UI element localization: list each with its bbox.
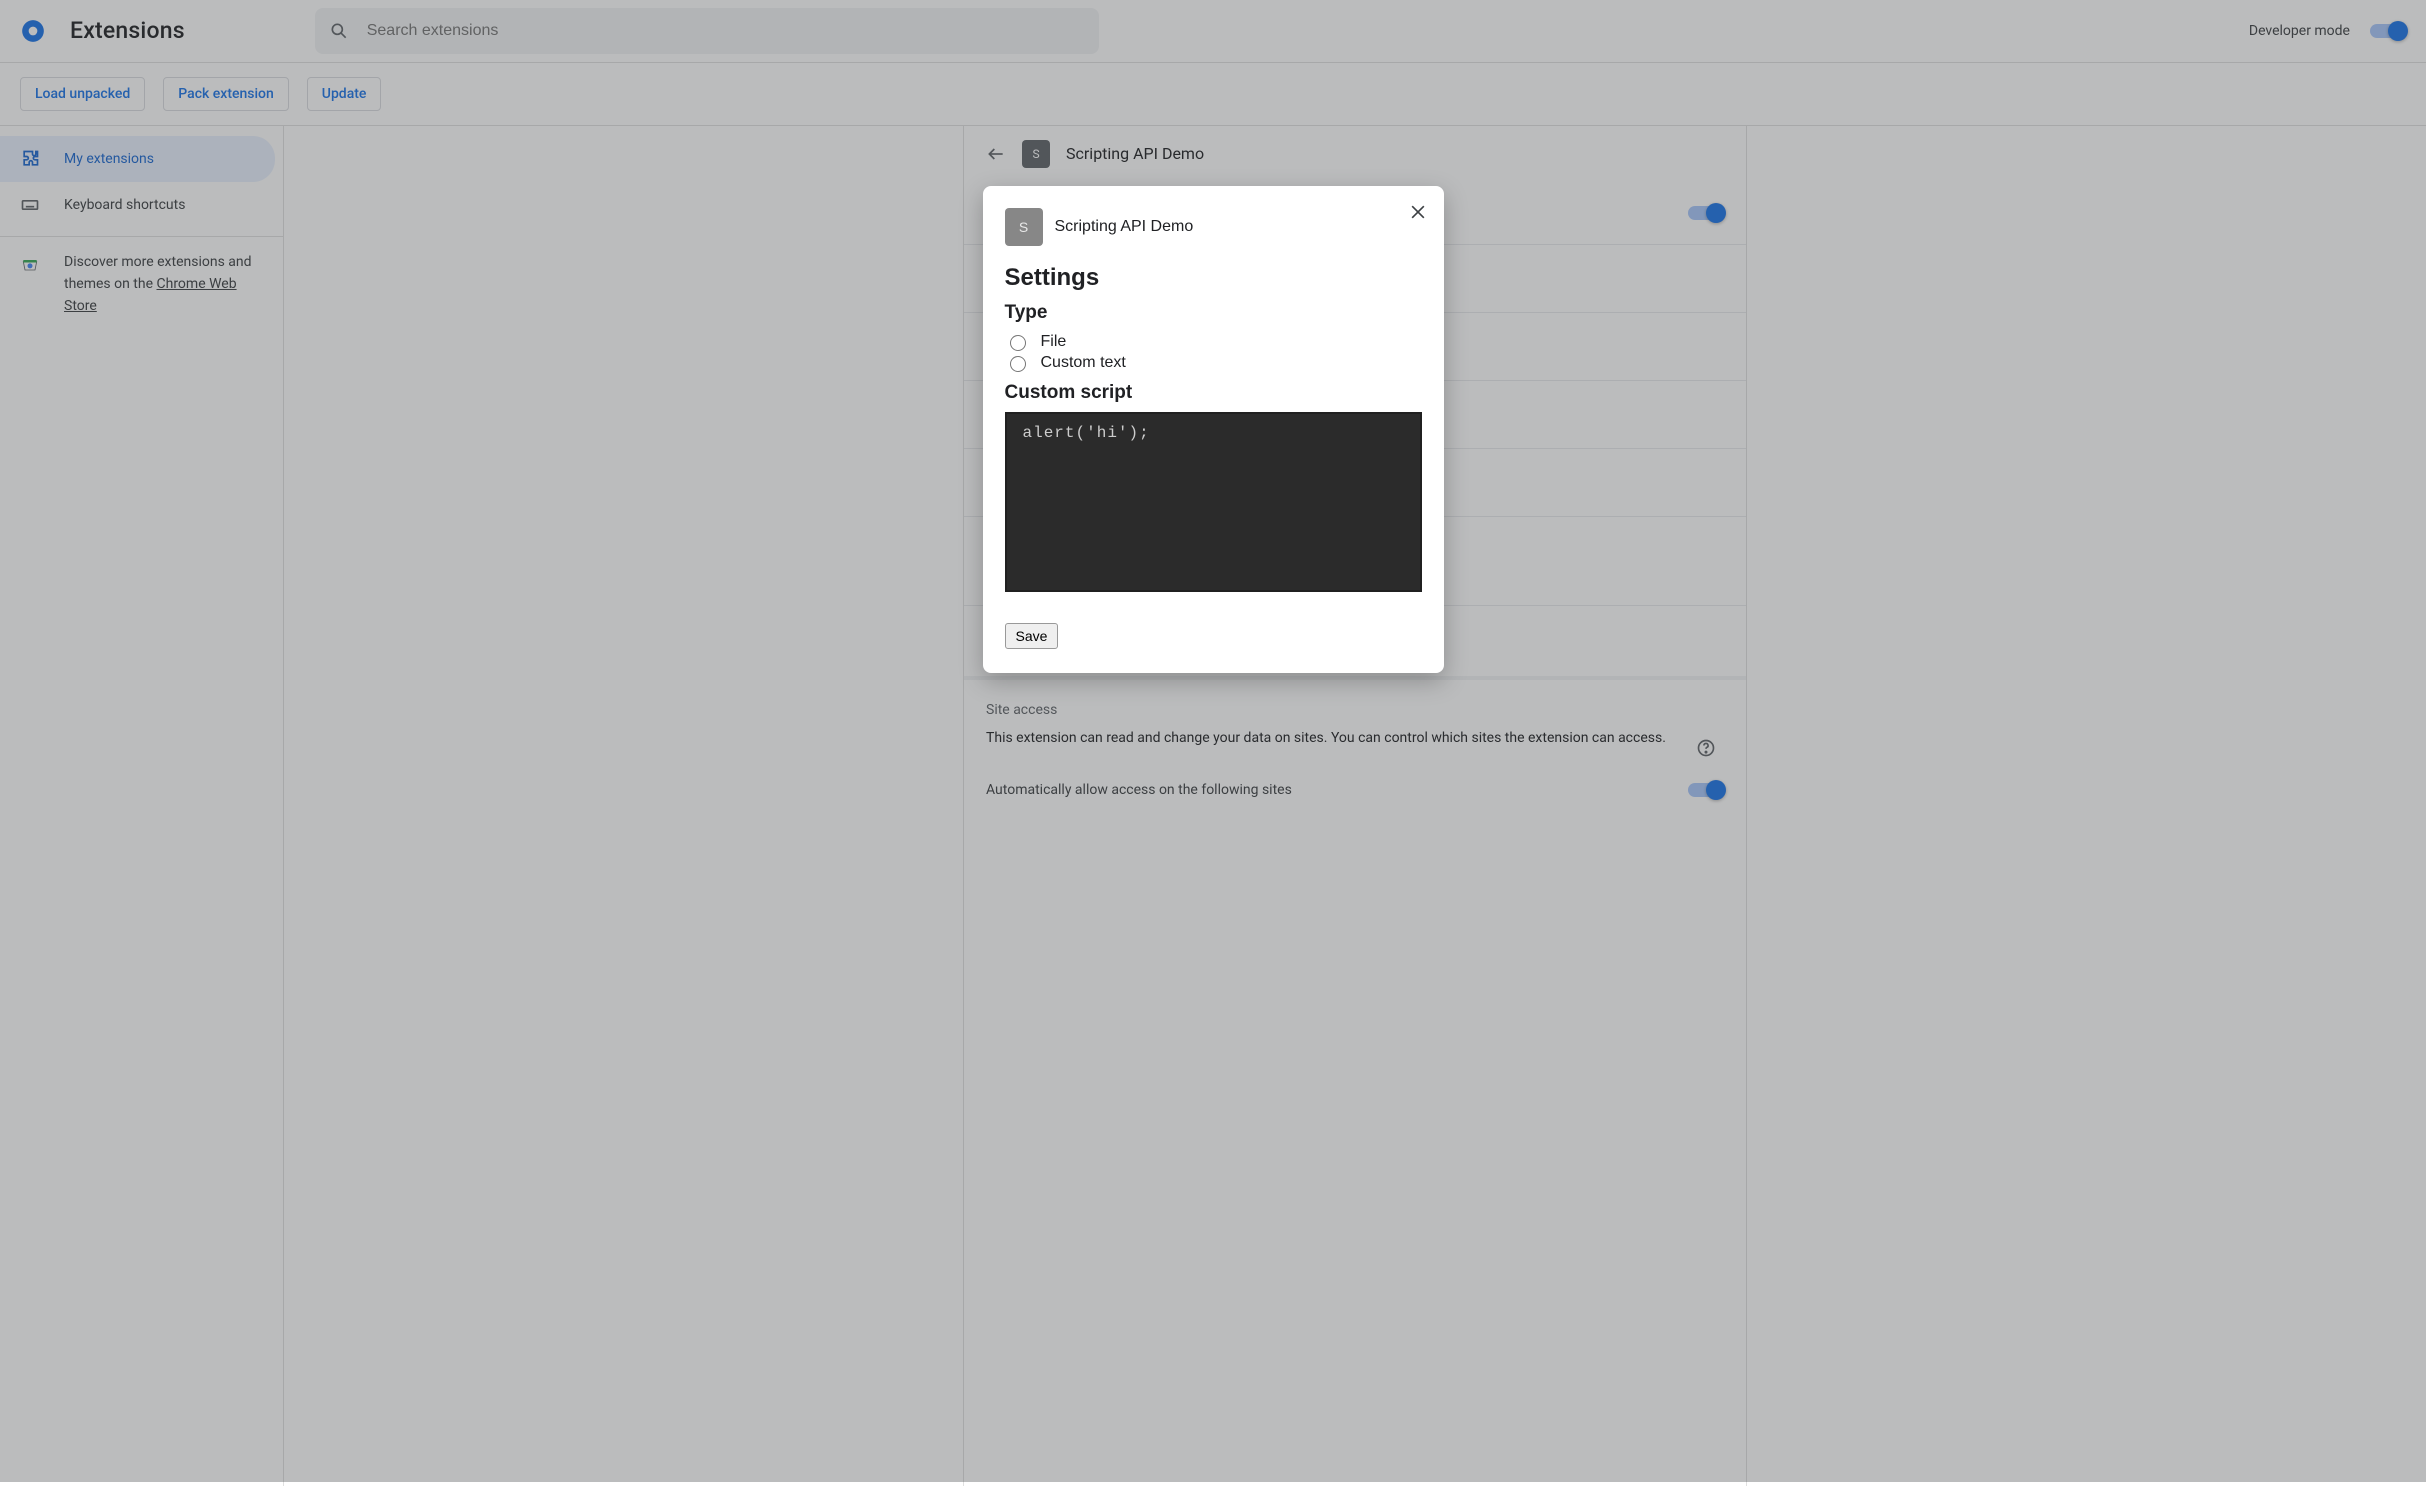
radio-file-input[interactable] bbox=[1010, 335, 1026, 351]
radio-custom-text[interactable]: Custom text bbox=[1005, 353, 1422, 372]
save-button[interactable]: Save bbox=[1005, 623, 1059, 649]
modal-extension-badge: S bbox=[1005, 208, 1043, 246]
settings-modal: S Scripting API Demo Settings Type File … bbox=[983, 186, 1444, 673]
radio-custom-input[interactable] bbox=[1010, 356, 1026, 372]
close-icon[interactable] bbox=[1408, 202, 1428, 222]
custom-script-heading: Custom script bbox=[1005, 382, 1422, 404]
custom-script-textarea[interactable] bbox=[1005, 412, 1422, 592]
modal-extension-name: Scripting API Demo bbox=[1055, 218, 1194, 236]
settings-heading: Settings bbox=[1005, 264, 1422, 292]
modal-overlay[interactable]: S Scripting API Demo Settings Type File … bbox=[0, 0, 2426, 1482]
radio-file[interactable]: File bbox=[1005, 332, 1422, 351]
type-heading: Type bbox=[1005, 302, 1422, 324]
